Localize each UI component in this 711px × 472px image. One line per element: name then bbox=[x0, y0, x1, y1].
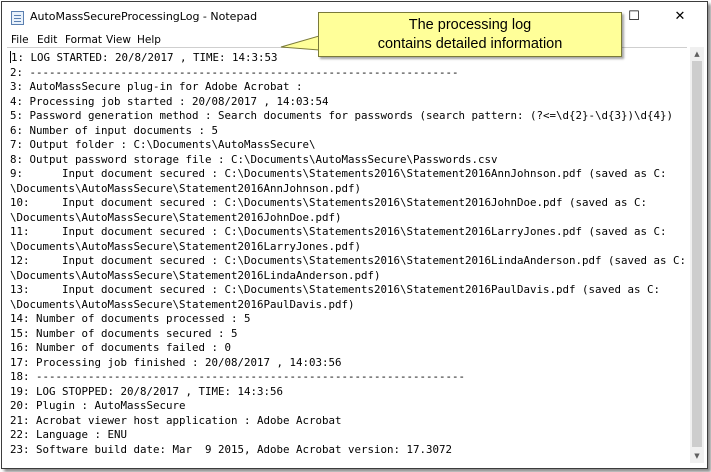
notepad-icon bbox=[11, 11, 24, 25]
log-line: 3: AutoMassSecure plug-in for Adobe Acro… bbox=[10, 80, 303, 93]
scrollbar-thumb[interactable] bbox=[692, 61, 702, 447]
annotation-callout: The processing log contains detailed inf… bbox=[318, 12, 622, 57]
log-line: 5: Password generation method : Search d… bbox=[10, 109, 674, 122]
text-editor-area[interactable]: 1: LOG STARTED: 20/8/2017 , TIME: 14:3:5… bbox=[7, 47, 687, 464]
log-line: 17: Processing job finished : 20/08/2017… bbox=[10, 355, 342, 369]
log-line: 13: Input document secured : C:\Document… bbox=[10, 283, 661, 296]
log-line: 16: Number of documents failed : 0 bbox=[10, 341, 232, 354]
log-line: 7: Output folder : C:\Documents\AutoMass… bbox=[10, 138, 316, 151]
close-icon[interactable]: ✕ bbox=[670, 8, 690, 26]
log-line: 15: Number of documents secured : 5 bbox=[10, 326, 238, 340]
log-line: 18: ------------------------------------… bbox=[10, 370, 466, 383]
log-text: 1: LOG STARTED: 20/8/2017 , TIME: 14:3:5… bbox=[7, 48, 687, 457]
menu-help[interactable]: Help bbox=[137, 33, 161, 47]
log-line: 6: Number of input documents : 5 bbox=[10, 123, 219, 137]
log-line: \Documents\AutoMassSecure\Statement2016A… bbox=[10, 181, 362, 195]
log-line: 8: Output password storage file : C:\Doc… bbox=[10, 152, 498, 166]
log-line: 4: Processing job started : 20/08/2017 ,… bbox=[10, 94, 329, 108]
notepad-window: AutoMassSecureProcessingLog - Notepad — … bbox=[1, 1, 708, 469]
callout-line-1: The processing log bbox=[408, 17, 532, 33]
log-line: 9: Input document secured : C:\Documents… bbox=[10, 167, 667, 180]
log-line: 20: Plugin : AutoMassSecure bbox=[10, 399, 186, 412]
log-line: \Documents\AutoMassSecure\Statement2016J… bbox=[10, 210, 342, 224]
maximize-icon[interactable]: ☐ bbox=[624, 8, 644, 26]
log-line: 1: LOG STARTED: 20/8/2017 , TIME: 14:3:5… bbox=[11, 51, 278, 64]
vertical-scrollbar[interactable]: ▲ ▼ bbox=[690, 47, 704, 463]
log-line: \Documents\AutoMassSecure\Statement2016P… bbox=[10, 297, 355, 311]
callout-line-2: contains detailed information bbox=[377, 36, 563, 52]
log-line: 19: LOG STOPPED: 20/8/2017 , TIME: 14:3:… bbox=[10, 384, 284, 398]
menu-file[interactable]: File bbox=[11, 33, 29, 47]
log-line: 12: Input document secured : C:\Document… bbox=[10, 254, 687, 267]
log-line: 23: Software build date: Mar 9 2015, Ado… bbox=[10, 442, 453, 456]
menu-view[interactable]: View bbox=[106, 33, 131, 47]
menu-edit[interactable]: Edit bbox=[37, 33, 57, 47]
scroll-up-icon[interactable]: ▲ bbox=[690, 47, 704, 61]
window-title: AutoMassSecureProcessingLog - Notepad bbox=[30, 10, 258, 23]
log-line: \Documents\AutoMassSecure\Statement2016L… bbox=[10, 239, 362, 253]
log-line: \Documents\AutoMassSecure\Statement2016L… bbox=[10, 268, 381, 282]
scroll-down-icon[interactable]: ▼ bbox=[690, 449, 704, 463]
log-line: 2: -------------------------------------… bbox=[10, 65, 459, 79]
log-line: 21: Acrobat viewer host application : Ad… bbox=[10, 413, 342, 427]
log-line: 11: Input document secured : C:\Document… bbox=[10, 225, 667, 238]
log-line: 14: Number of documents processed : 5 bbox=[10, 312, 251, 325]
log-line: 10: Input document secured : C:\Document… bbox=[10, 196, 648, 209]
menu-format[interactable]: Format bbox=[65, 33, 102, 47]
log-line: 22: Language : ENU bbox=[10, 428, 128, 441]
